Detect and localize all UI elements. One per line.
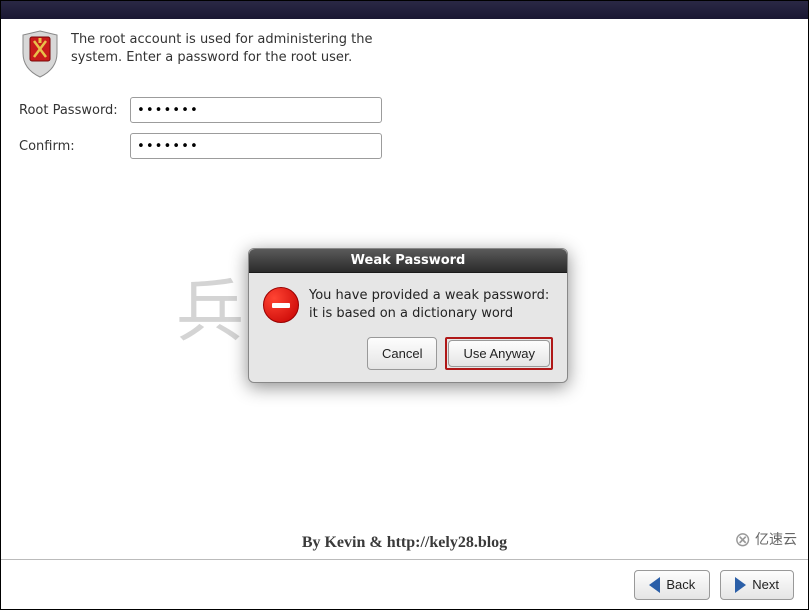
corner-watermark: ⊗ 亿速云 bbox=[727, 524, 804, 554]
highlight-box: Use Anyway bbox=[445, 337, 553, 370]
weak-password-dialog: Weak Password You have provided a weak p… bbox=[248, 248, 568, 383]
footer-caption: By Kevin & http://kely28.blog bbox=[1, 534, 808, 552]
shield-icon bbox=[19, 29, 61, 79]
cancel-button[interactable]: Cancel bbox=[367, 337, 437, 370]
use-anyway-button[interactable]: Use Anyway bbox=[448, 340, 550, 367]
main-content: The root account is used for administeri… bbox=[1, 19, 808, 179]
arrow-right-icon bbox=[735, 577, 746, 593]
instruction-text: The root account is used for administeri… bbox=[71, 29, 381, 66]
corner-watermark-text: 亿速云 bbox=[755, 529, 797, 549]
bottom-nav-bar: Back Next bbox=[1, 559, 808, 609]
password-row: Root Password: bbox=[19, 97, 790, 123]
next-button[interactable]: Next bbox=[720, 570, 794, 600]
back-button[interactable]: Back bbox=[634, 570, 710, 600]
confirm-password-input[interactable] bbox=[130, 133, 382, 159]
next-label: Next bbox=[752, 577, 779, 592]
dialog-message-row: You have provided a weak password: it is… bbox=[263, 287, 553, 323]
confirm-label: Confirm: bbox=[19, 139, 124, 154]
header-row: The root account is used for administeri… bbox=[19, 29, 790, 79]
error-icon bbox=[263, 287, 299, 323]
top-menu-bar bbox=[1, 1, 808, 19]
cloud-icon: ⊗ bbox=[734, 527, 751, 551]
back-label: Back bbox=[666, 577, 695, 592]
dialog-body: You have provided a weak password: it is… bbox=[249, 273, 567, 382]
dialog-button-row: Cancel Use Anyway bbox=[263, 337, 553, 370]
root-password-input[interactable] bbox=[130, 97, 382, 123]
dialog-message: You have provided a weak password: it is… bbox=[309, 287, 553, 323]
confirm-row: Confirm: bbox=[19, 133, 790, 159]
arrow-left-icon bbox=[649, 577, 660, 593]
password-label: Root Password: bbox=[19, 103, 124, 118]
dialog-title: Weak Password bbox=[249, 249, 567, 273]
